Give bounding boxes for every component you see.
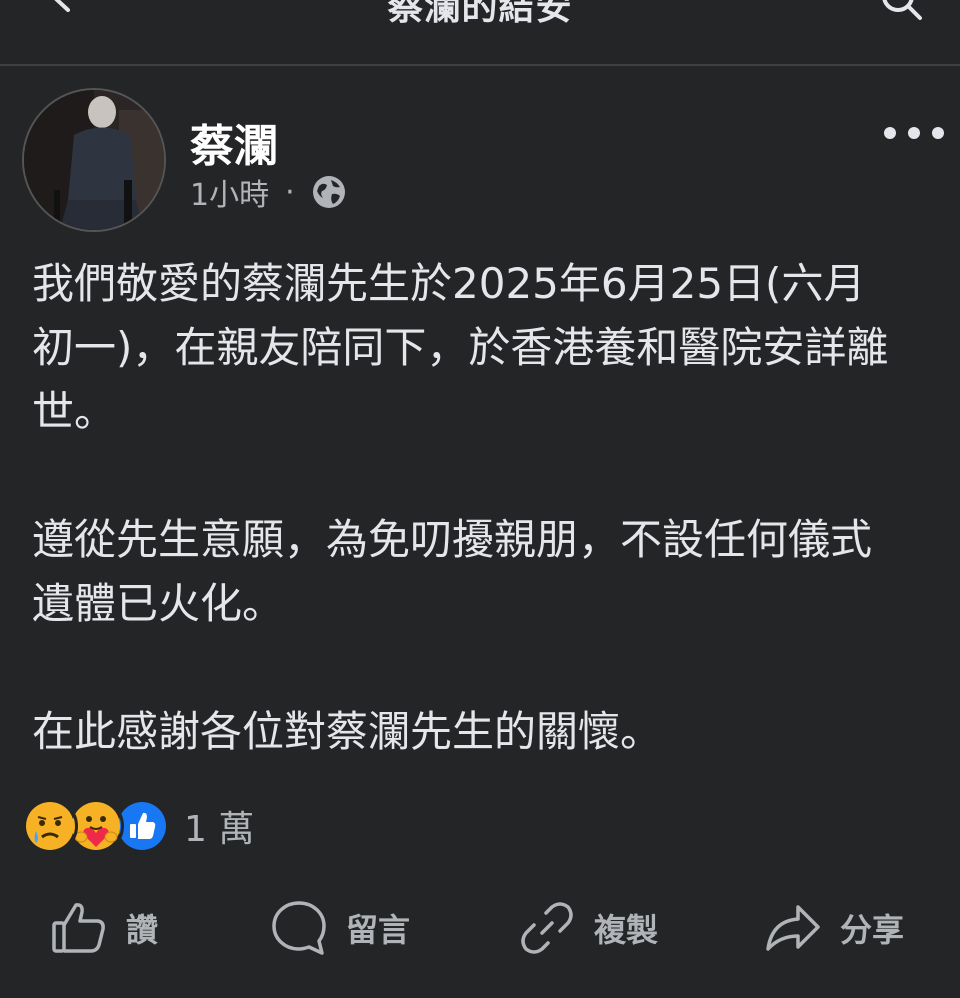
more-options-button[interactable] — [884, 118, 944, 148]
avatar-photo — [24, 90, 164, 230]
comment-button[interactable]: 留言 — [270, 888, 410, 968]
top-bar: 蔡瀾的結安 — [0, 0, 960, 66]
share-arrow-icon — [766, 905, 820, 951]
post-time[interactable]: 1小時 — [190, 170, 269, 214]
share-button[interactable]: 分享 — [764, 888, 904, 968]
author-avatar[interactable] — [22, 88, 166, 232]
comment-bubble-icon — [272, 901, 326, 955]
action-bar: 讚 留言 複製 分享 — [0, 888, 960, 968]
post-line: 遵從先生意願，為免叨擾親朋，不設任何儀式 — [32, 515, 873, 564]
reaction-count[interactable]: 1 萬 — [184, 800, 254, 852]
author-name[interactable]: 蔡瀾 — [190, 110, 278, 174]
post-line: 遺體已火化。 — [32, 579, 285, 628]
post-page: 蔡瀾的結安 蔡瀾 1小時 · 我們敬愛的蔡瀾先生於2025年6月25日(六月 初… — [0, 0, 960, 998]
comment-label: 留言 — [346, 911, 411, 949]
post-line: 在此感謝各位對蔡瀾先生的關懷。 — [32, 707, 663, 756]
post-line: 世。 — [32, 387, 117, 436]
search-icon[interactable] — [880, 0, 924, 22]
like-label: 讚 — [126, 911, 159, 949]
page-title: 蔡瀾的結安 — [387, 0, 573, 28]
reaction-summary[interactable]: 1 萬 — [22, 798, 254, 854]
post-line: 初一)，在親友陪同下，於香港養和醫院安詳離 — [32, 323, 889, 372]
post-meta: 1小時 · — [190, 170, 347, 214]
meta-separator: · — [285, 174, 295, 210]
copy-button[interactable]: 複製 — [518, 888, 658, 968]
post-line: 我們敬愛的蔡瀾先生於2025年6月25日(六月 — [32, 259, 866, 308]
more-dot — [932, 127, 944, 139]
post-text: 我們敬愛的蔡瀾先生於2025年6月25日(六月 初一)，在親友陪同下，於香港養和… — [32, 252, 952, 764]
like-button[interactable]: 讚 — [50, 888, 158, 968]
more-dot — [884, 127, 896, 139]
sad-reaction-icon — [22, 798, 78, 854]
more-dot — [908, 127, 920, 139]
share-label: 分享 — [840, 911, 905, 949]
link-icon — [521, 902, 573, 954]
thumbs-up-icon — [52, 903, 105, 953]
globe-icon — [312, 176, 345, 208]
copy-label: 複製 — [594, 911, 659, 949]
